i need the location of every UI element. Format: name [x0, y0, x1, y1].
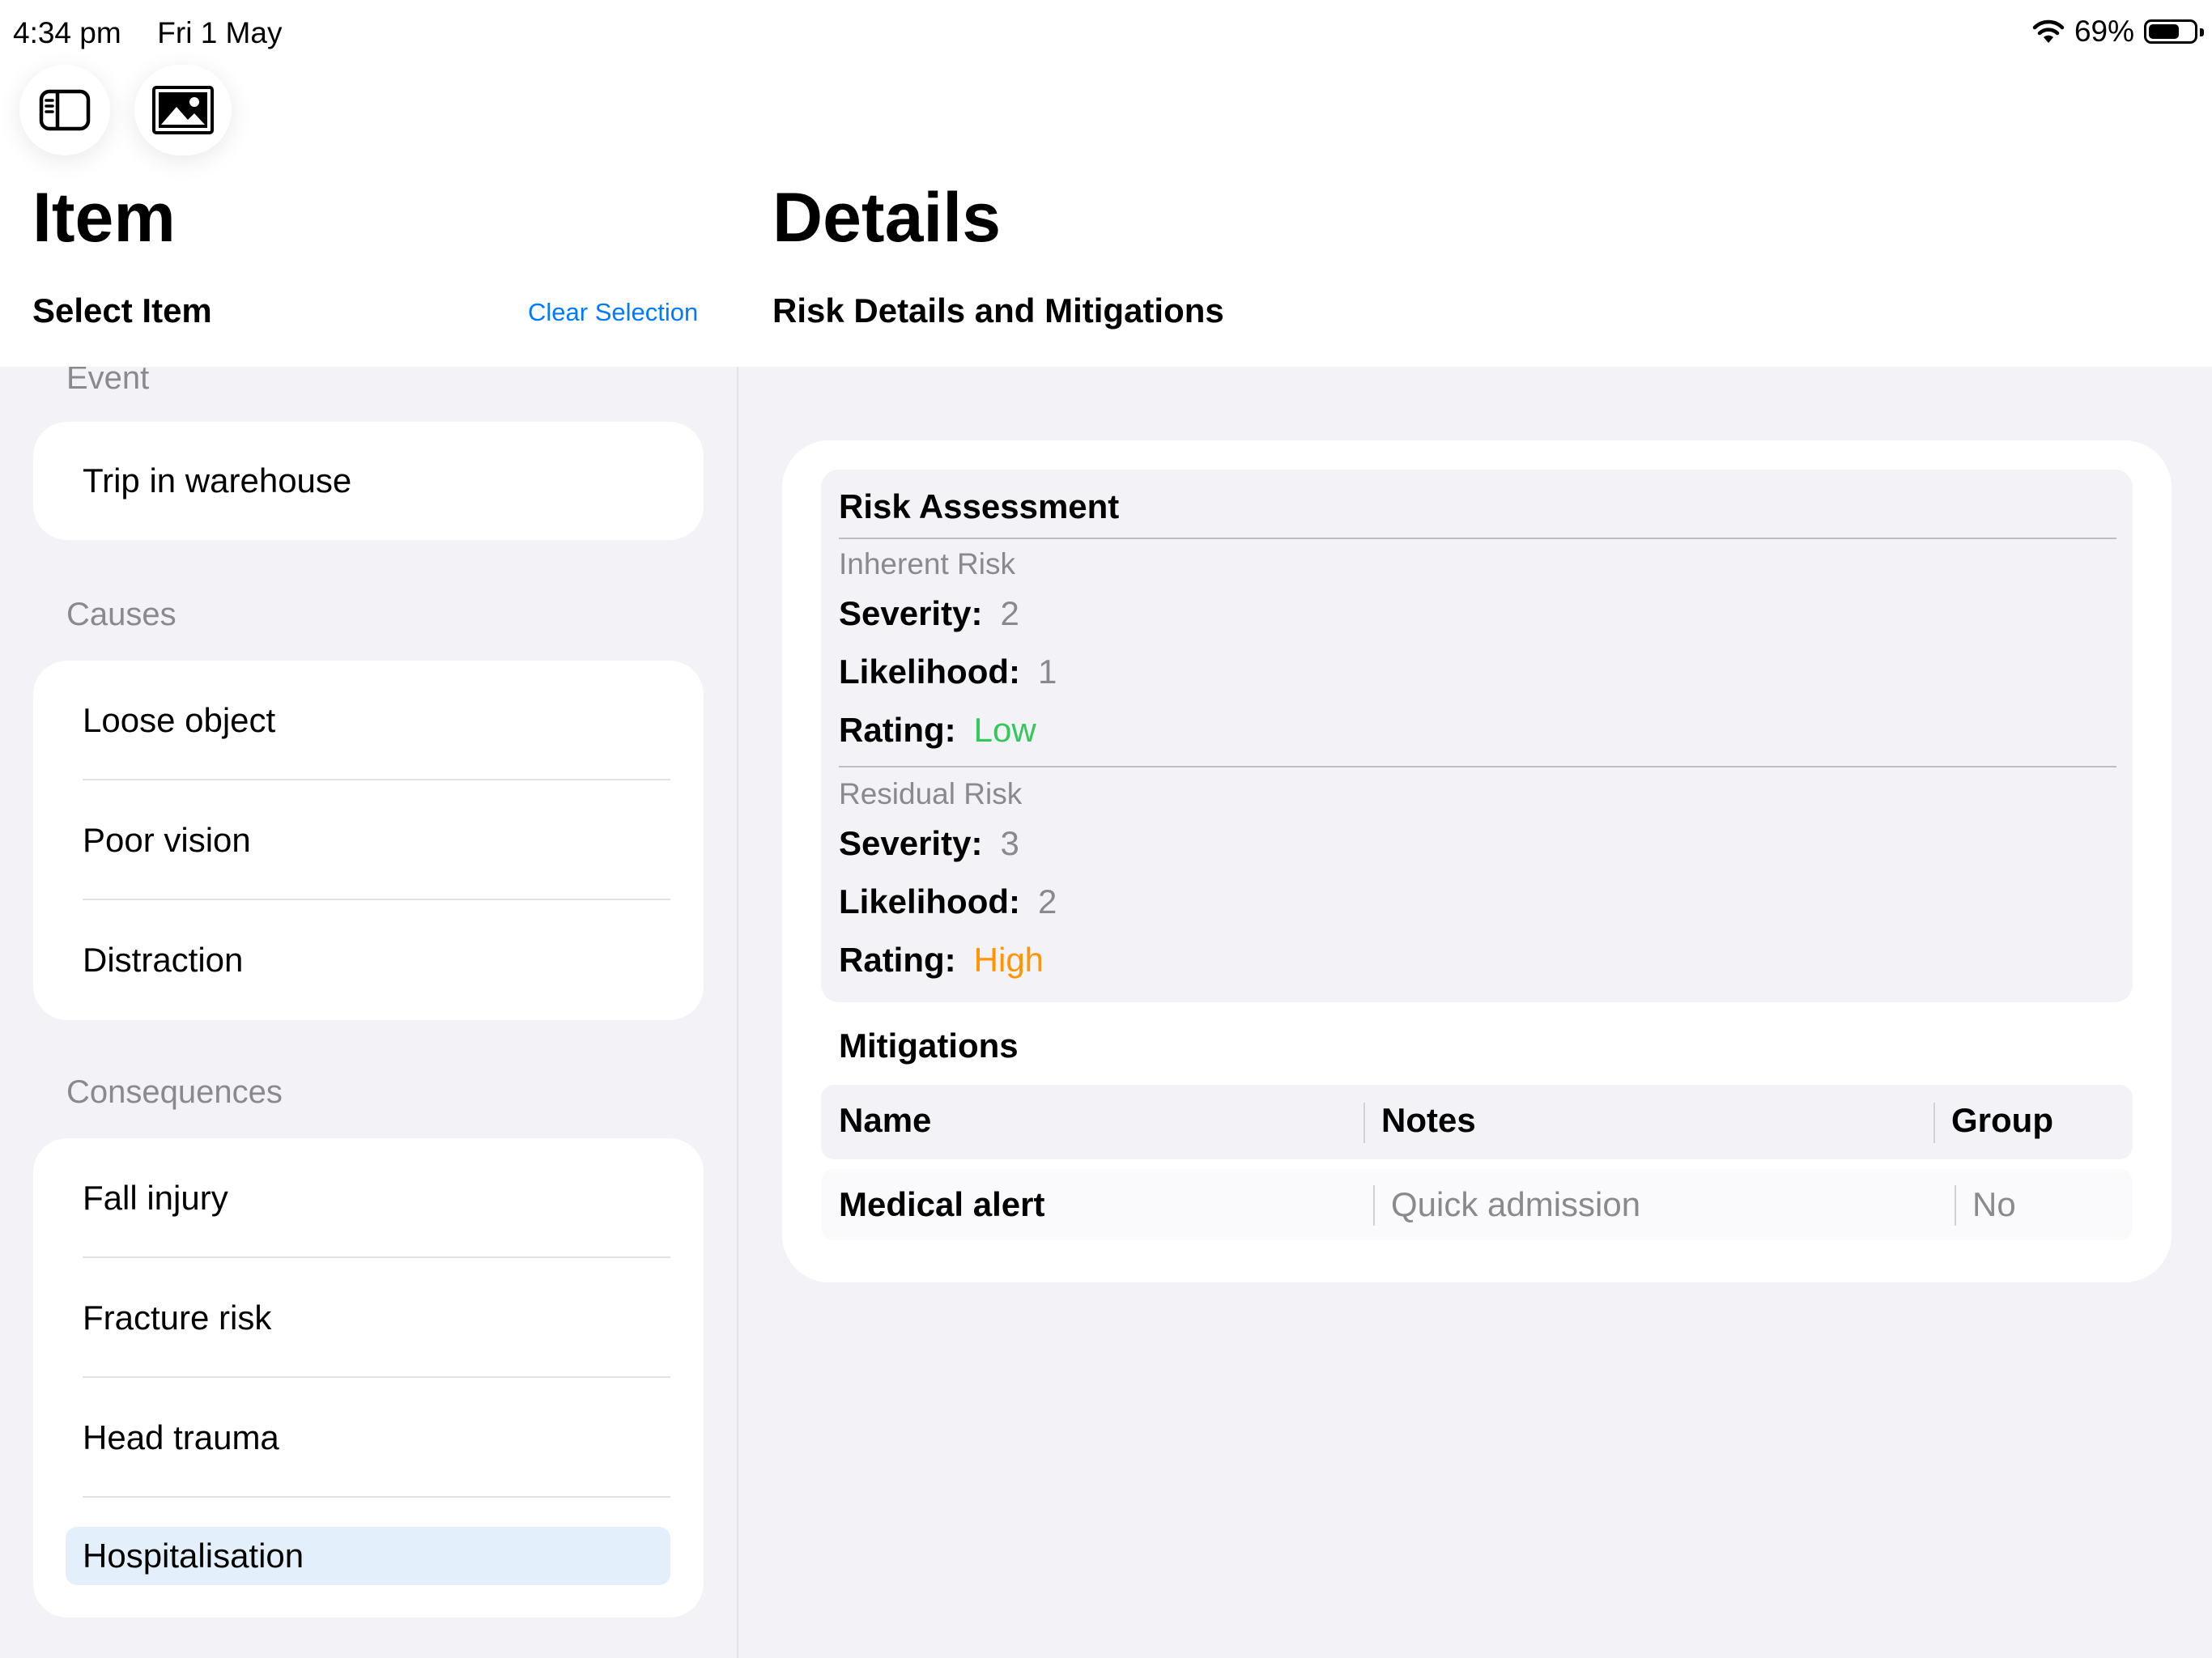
list-item-event[interactable]: Trip in warehouse	[83, 422, 670, 540]
cell-group: No	[1972, 1185, 2016, 1223]
section-label-causes: Causes	[66, 597, 177, 632]
inherent-rating: Rating: Low	[839, 711, 1036, 750]
battery-fill	[2149, 24, 2179, 39]
mitigations-table-header: Name Notes Group	[821, 1085, 2133, 1159]
clear-selection-button[interactable]: Clear Selection	[528, 298, 698, 327]
divider	[839, 766, 2116, 767]
residual-risk-label: Residual Risk	[839, 777, 1023, 810]
risk-assessment-title: Risk Assessment	[839, 487, 1120, 525]
sidebar-icon	[39, 89, 91, 131]
list-item-label: Fall injury	[83, 1179, 228, 1217]
column-separator	[1373, 1185, 1375, 1226]
list-item-consequence[interactable]: Head trauma	[83, 1378, 670, 1498]
column-separator	[1363, 1103, 1365, 1143]
likelihood-value: 2	[1038, 882, 1057, 920]
list-item-label: Trip in warehouse	[83, 461, 352, 500]
list-item-label: Loose object	[83, 701, 276, 739]
likelihood-label: Likelihood:	[839, 653, 1020, 691]
column-header-name[interactable]: Name	[839, 1101, 931, 1140]
inherent-risk-label: Inherent Risk	[839, 547, 1015, 580]
table-row[interactable]: Medical alert Quick admission No	[821, 1169, 2133, 1240]
risk-assessment-box: Risk Assessment Inherent Risk Severity: …	[821, 470, 2133, 1002]
inherent-severity: Severity: 2	[839, 594, 1019, 633]
causes-group: Loose object Poor vision Distraction	[33, 661, 704, 1020]
likelihood-value: 1	[1038, 653, 1057, 691]
severity-value: 2	[1000, 594, 1019, 632]
section-label-event: Event	[66, 367, 150, 396]
status-time: 4:34 pm Fri 1 May	[13, 16, 282, 50]
status-clock: 4:34 pm	[13, 16, 121, 49]
list-item-cause[interactable]: Loose object	[83, 661, 670, 780]
divider	[839, 538, 2116, 539]
navigation-header: Item Select Item Clear Selection Details…	[0, 65, 2212, 367]
sidebar-title: Item	[32, 179, 176, 257]
column-separator	[1933, 1103, 1935, 1143]
detail-subtitle: Risk Details and Mitigations	[772, 291, 1224, 329]
rating-value-low: Low	[973, 711, 1036, 749]
section-label-consequences: Consequences	[66, 1074, 283, 1110]
split-view-divider[interactable]	[737, 367, 738, 1658]
severity-label: Severity:	[839, 594, 983, 632]
list-item-consequence[interactable]: Fall injury	[83, 1138, 670, 1258]
image-button[interactable]	[134, 65, 232, 155]
rating-label: Rating:	[839, 711, 956, 749]
status-bar: 4:34 pm Fri 1 May 69%	[0, 0, 2212, 65]
battery-icon	[2144, 19, 2204, 44]
rating-label: Rating:	[839, 941, 956, 979]
sidebar-toggle-button[interactable]	[19, 65, 110, 155]
mitigations-title: Mitigations	[839, 1027, 1019, 1065]
list-item-label: Hospitalisation	[83, 1537, 304, 1575]
list-item-consequence[interactable]: Fracture risk	[83, 1258, 670, 1378]
battery-nub	[2200, 28, 2204, 36]
battery-percent: 69%	[2074, 15, 2134, 48]
inherent-likelihood: Likelihood: 1	[839, 653, 1057, 691]
event-group: Trip in warehouse	[33, 422, 704, 540]
list-item-label: Head trauma	[83, 1418, 279, 1456]
wifi-icon	[2032, 19, 2065, 43]
residual-severity: Severity: 3	[839, 824, 1019, 863]
rating-value-high: High	[973, 941, 1044, 979]
column-header-group[interactable]: Group	[1951, 1101, 2053, 1140]
photo-icon	[152, 86, 214, 134]
list-item-label: Poor vision	[83, 821, 251, 859]
list-item-label: Distraction	[83, 941, 244, 979]
list-item-cause[interactable]: Poor vision	[83, 780, 670, 900]
cell-notes: Quick admission	[1391, 1185, 1641, 1223]
severity-label: Severity:	[839, 824, 983, 862]
list-item-label: Fracture risk	[83, 1299, 272, 1337]
list-item-consequence-selected[interactable]: Hospitalisation	[66, 1527, 670, 1585]
consequences-group: Fall injury Fracture risk Head trauma Ho…	[33, 1138, 704, 1618]
sidebar-subtitle: Select Item	[32, 291, 212, 329]
status-right: 69%	[2032, 15, 2204, 49]
status-date: Fri 1 May	[157, 16, 283, 49]
screen: 4:34 pm Fri 1 May 69% Item Select Item C…	[0, 0, 2212, 1658]
sidebar-list[interactable]: Event Trip in warehouse Causes Loose obj…	[0, 367, 737, 1658]
column-header-notes[interactable]: Notes	[1381, 1101, 1476, 1140]
detail-title: Details	[772, 179, 1002, 257]
column-separator	[1955, 1185, 1956, 1226]
residual-likelihood: Likelihood: 2	[839, 882, 1057, 921]
severity-value: 3	[1000, 824, 1019, 862]
row-separator	[83, 1496, 670, 1498]
likelihood-label: Likelihood:	[839, 882, 1020, 920]
list-item-cause[interactable]: Distraction	[83, 900, 670, 1020]
cell-name: Medical alert	[839, 1185, 1045, 1223]
residual-rating: Rating: High	[839, 941, 1044, 980]
details-card: Risk Assessment Inherent Risk Severity: …	[782, 440, 2172, 1282]
